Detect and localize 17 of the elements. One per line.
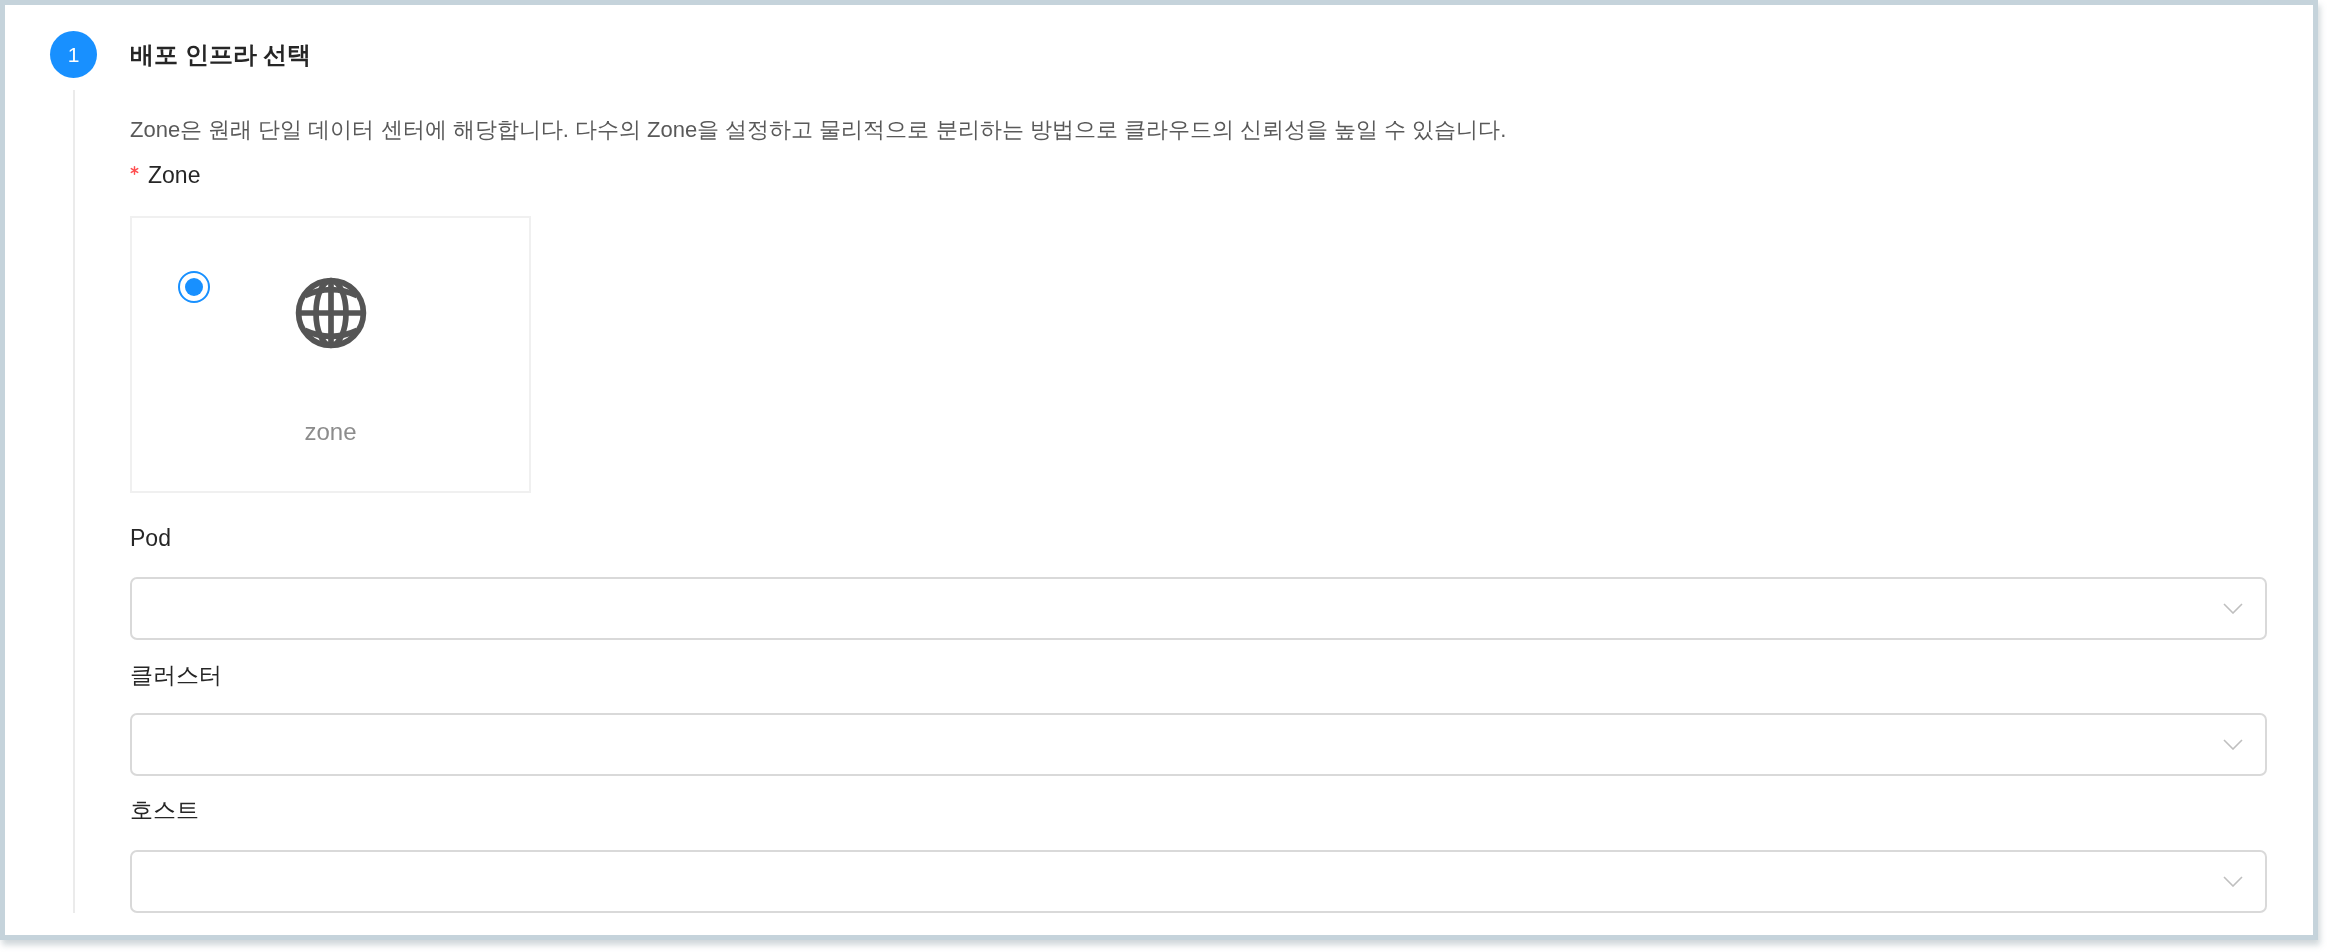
description-text: Zone은 원래 단일 데이터 센터에 해당합니다. 다수의 Zone을 설정하고 물리적으로 분리하는 방법으로 클라우드의 신뢰성을 높일 수 있습니다. <box>130 116 1507 144</box>
select-field[interactable] <box>130 713 2267 776</box>
field-label: Pod <box>130 524 171 553</box>
step-number: 1 <box>50 31 97 78</box>
radio-button[interactable] <box>178 271 210 303</box>
zone-option-card[interactable]: zone <box>130 216 531 493</box>
caret-down-icon <box>2223 876 2243 887</box>
step-title: 배포 인프라 선택 <box>130 40 312 70</box>
option-label: zone <box>304 417 357 447</box>
zone-label: Zone <box>148 161 201 190</box>
select-field[interactable] <box>130 577 2267 640</box>
caret-down-icon <box>2223 739 2243 750</box>
select-field[interactable] <box>130 850 2267 913</box>
field-label: 클러스터 <box>130 661 222 690</box>
field-label: 호스트 <box>130 796 199 825</box>
caret-down-icon <box>2223 603 2243 614</box>
globe-icon <box>294 277 367 349</box>
